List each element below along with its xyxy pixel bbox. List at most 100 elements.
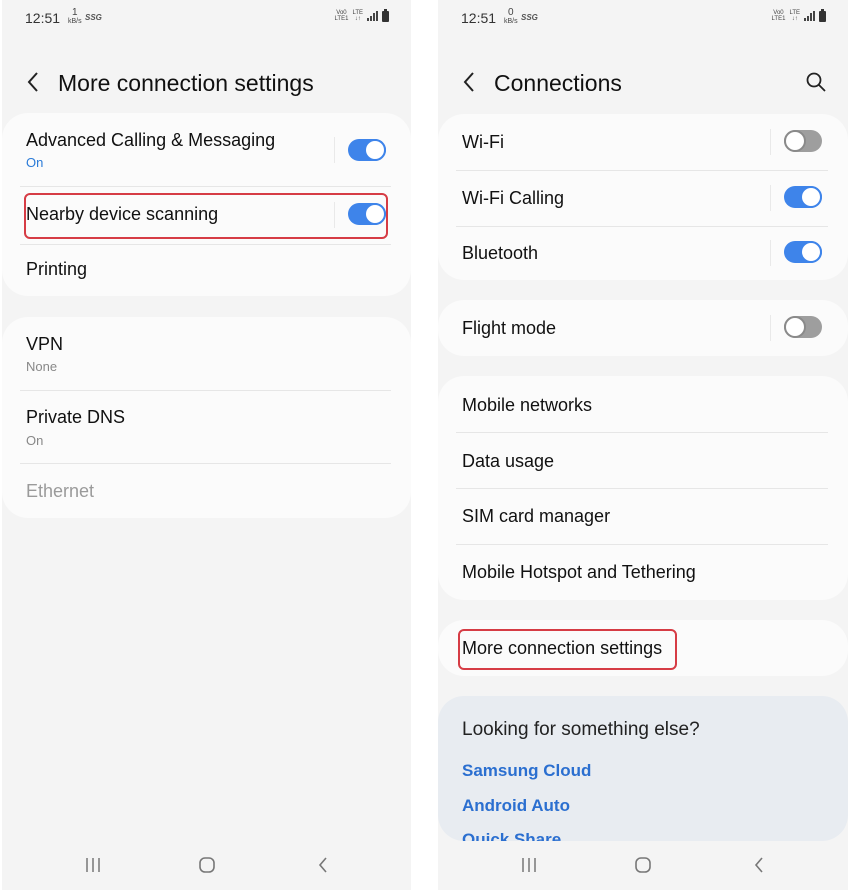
network-speed: 0 kB/s xyxy=(504,7,518,26)
battery-icon xyxy=(819,8,826,22)
chevron-left-icon xyxy=(27,72,38,92)
toggle-knob xyxy=(364,139,386,161)
battery-icon xyxy=(382,8,389,22)
home-icon xyxy=(199,857,215,873)
list-item-wifi[interactable]: Wi-Fi xyxy=(438,114,848,170)
separator xyxy=(334,137,335,163)
app-header: More connection settings xyxy=(2,62,411,102)
list-item-vpn[interactable]: VPN None xyxy=(2,317,411,389)
list-item-sim-card-manager[interactable]: SIM card manager xyxy=(438,489,848,544)
settings-card: Wi-Fi Wi-Fi Calling Bluetooth xyxy=(438,114,848,280)
more-connection-settings-screen: 12:51 1 kB/s SSG Vo0 LTE1 LTE ↓↑ More conne… xyxy=(2,0,411,890)
navigation-bar xyxy=(2,846,411,886)
status-icons: Vo0 LTE1 LTE ↓↑ xyxy=(335,8,389,22)
list-item-advanced-calling[interactable]: Advanced Calling & Messaging On xyxy=(2,113,411,185)
back-button[interactable] xyxy=(22,68,44,96)
list-item-mobile-networks[interactable]: Mobile networks xyxy=(438,376,848,432)
network-speed-unit: kB/s xyxy=(504,18,518,25)
connections-screen: 12:51 0 kB/s SSG Vo0 LTE1 LTE ↓↑ Connection… xyxy=(438,0,848,890)
back-icon xyxy=(318,857,327,873)
list-item-mobile-hotspot[interactable]: Mobile Hotspot and Tethering xyxy=(438,545,848,600)
page-title: Connections xyxy=(494,70,622,96)
list-item-data-usage[interactable]: Data usage xyxy=(438,433,848,488)
row-title: Mobile networks xyxy=(462,395,593,415)
settings-card: Mobile networks Data usage SIM card mana… xyxy=(438,376,848,600)
wifi-calling-toggle[interactable] xyxy=(784,186,822,208)
link-android-auto[interactable]: Android Auto xyxy=(462,796,570,816)
separator xyxy=(770,129,771,155)
separator xyxy=(770,185,771,211)
list-item-printing[interactable]: Printing xyxy=(2,245,411,295)
row-subtitle: On xyxy=(26,433,44,448)
link-samsung-cloud[interactable]: Samsung Cloud xyxy=(462,761,591,781)
search-button[interactable] xyxy=(804,70,828,94)
settings-card: Advanced Calling & Messaging On Nearby d… xyxy=(2,113,411,296)
back-button[interactable] xyxy=(458,68,480,96)
wifi-toggle[interactable] xyxy=(784,130,822,152)
signal-icon xyxy=(804,11,815,21)
status-time: 12:51 xyxy=(461,10,497,26)
nav-back-button[interactable] xyxy=(308,854,338,876)
flight-mode-toggle[interactable] xyxy=(784,316,822,338)
nav-back-button[interactable] xyxy=(744,854,774,876)
lte-label: LTE xyxy=(352,10,363,16)
settings-card: Flight mode xyxy=(438,300,848,356)
status-icons: Vo0 LTE1 LTE ↓↑ xyxy=(771,8,826,22)
separator xyxy=(770,315,771,341)
home-button[interactable] xyxy=(192,854,222,876)
back-icon xyxy=(754,857,763,873)
row-title: Ethernet xyxy=(26,481,95,501)
carrier-badge: SSG xyxy=(85,13,102,22)
search-icon xyxy=(806,72,826,92)
suggestions-title: Looking for something else? xyxy=(462,719,700,740)
row-subtitle: On xyxy=(26,155,44,170)
row-title: Wi-Fi Calling xyxy=(462,188,565,208)
list-item-wifi-calling[interactable]: Wi-Fi Calling xyxy=(438,171,848,226)
signal-icon xyxy=(367,11,378,21)
network-speed-value: 0 xyxy=(508,7,514,18)
volte-icon: Vo0 LTE1 xyxy=(771,10,786,22)
network-speed-value: 1 xyxy=(72,7,78,18)
row-subtitle: None xyxy=(26,359,58,374)
row-title: Flight mode xyxy=(462,318,557,338)
highlight-box xyxy=(24,193,388,239)
network-speed: 1 kB/s xyxy=(68,7,82,26)
toggle-knob xyxy=(784,316,806,338)
navigation-bar xyxy=(438,846,848,886)
row-title: Private DNS xyxy=(26,407,126,427)
advanced-calling-toggle[interactable] xyxy=(348,139,386,161)
list-item-flight-mode[interactable]: Flight mode xyxy=(438,300,848,356)
network-speed-unit: kB/s xyxy=(68,18,82,25)
recents-button[interactable] xyxy=(78,854,108,876)
toggle-knob xyxy=(800,241,822,263)
list-item-ethernet: Ethernet xyxy=(2,464,411,518)
settings-card: VPN None Private DNS On Ethernet xyxy=(2,317,411,518)
chevron-left-icon xyxy=(463,72,474,92)
list-item-private-dns[interactable]: Private DNS On xyxy=(2,391,411,463)
row-title: Bluetooth xyxy=(462,243,539,263)
recents-button[interactable] xyxy=(514,854,544,876)
bluetooth-toggle[interactable] xyxy=(784,241,822,263)
toggle-knob xyxy=(784,130,806,152)
row-title: VPN xyxy=(26,334,64,354)
status-time: 12:51 xyxy=(25,10,61,26)
row-title: Data usage xyxy=(462,451,555,471)
app-header: Connections xyxy=(438,62,848,102)
link-quick-share[interactable]: Quick Share xyxy=(462,830,561,841)
lte-icon: LTE ↓↑ xyxy=(789,10,800,22)
home-button[interactable] xyxy=(628,854,658,876)
row-title: SIM card manager xyxy=(462,506,611,526)
recents-icon xyxy=(522,858,536,872)
lte-icon: LTE ↓↑ xyxy=(352,10,363,22)
page-title: More connection settings xyxy=(58,70,314,96)
home-icon xyxy=(635,857,651,873)
highlight-box xyxy=(458,629,677,670)
toggle-knob xyxy=(800,186,822,208)
status-bar: 12:51 1 kB/s SSG Vo0 LTE1 LTE ↓↑ xyxy=(2,8,411,28)
list-item-bluetooth[interactable]: Bluetooth xyxy=(438,227,848,280)
suggestions-card: Looking for something else? Samsung Clou… xyxy=(438,696,848,841)
row-title: Advanced Calling & Messaging xyxy=(26,130,276,150)
lte-label: LTE xyxy=(789,10,800,16)
row-title: Printing xyxy=(26,259,88,279)
separator xyxy=(770,240,771,266)
